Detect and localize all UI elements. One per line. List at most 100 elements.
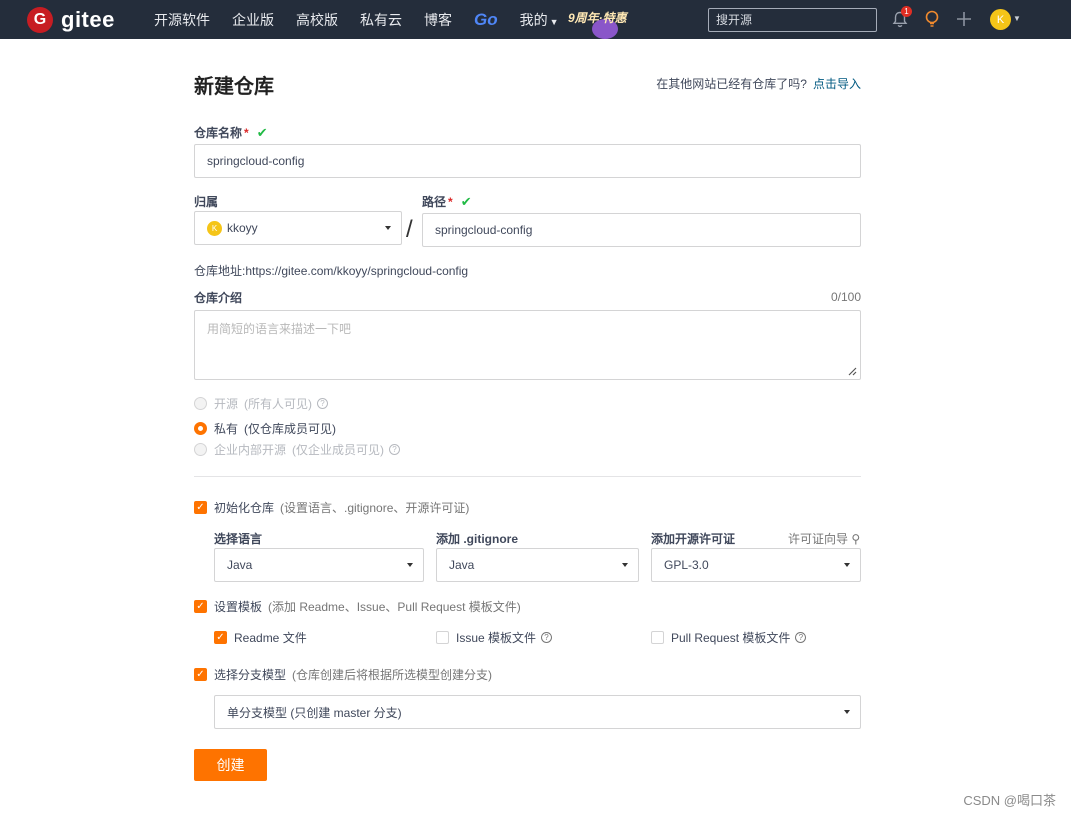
visibility-public-hint: (所有人可见): [244, 397, 313, 411]
radio-private[interactable]: [194, 422, 207, 435]
readme-checkbox[interactable]: ✓: [214, 631, 227, 644]
license-label: 添加开源许可证: [651, 532, 736, 546]
owner-select[interactable]: K kkoyy: [194, 211, 402, 245]
chevron-down-icon: [622, 563, 628, 567]
path-separator: /: [406, 216, 413, 243]
visibility-private-hint: (仅仓库成员可见): [244, 422, 337, 436]
language-value: Java: [227, 558, 253, 572]
nav-item-enterprise[interactable]: 企业版: [232, 10, 274, 30]
branch-model-label: 选择分支模型: [214, 668, 287, 682]
gitee-logo-icon: G: [27, 7, 53, 33]
csdn-watermark: CSDN @喝口茶: [963, 793, 1056, 808]
language-select[interactable]: Java: [214, 548, 424, 582]
repo-name-label-text: 仓库名称: [194, 126, 243, 140]
avatar-chevron-down-icon[interactable]: ▼: [1013, 14, 1021, 23]
repo-name-input[interactable]: springcloud-config: [194, 144, 861, 178]
user-avatar[interactable]: K: [990, 9, 1011, 30]
radio-enterprise[interactable]: [194, 443, 207, 456]
visibility-enterprise-hint: (仅企业成员可见): [292, 443, 385, 457]
template-checkbox[interactable]: ✓: [194, 600, 207, 613]
intro-textarea[interactable]: [194, 310, 861, 380]
readme-checkbox-row[interactable]: ✓ Readme 文件: [214, 629, 307, 646]
gitignore-value: Java: [449, 558, 475, 572]
issue-template-checkbox[interactable]: [436, 631, 449, 644]
import-link[interactable]: 点击导入: [813, 77, 861, 91]
nav-item-mine[interactable]: 我的 ▼: [520, 10, 559, 30]
import-prompt-text: 在其他网站已经有仓库了吗?: [656, 77, 807, 91]
promo-text: 9周年·特惠: [568, 11, 627, 25]
license-value: GPL-3.0: [664, 558, 709, 572]
template-hint: (添加 Readme、Issue、Pull Request 模板文件): [268, 600, 521, 614]
pr-template-label: Pull Request 模板文件: [671, 631, 791, 645]
top-navbar: G gitee 开源软件 企业版 高校版 私有云 博客 Go 我的 ▼ 9周年·特…: [0, 0, 1071, 39]
chevron-down-icon: ▼: [549, 16, 559, 27]
pr-template-checkbox-row[interactable]: Pull Request 模板文件 ?: [651, 629, 807, 646]
help-icon[interactable]: ?: [389, 444, 401, 455]
required-mark: *: [448, 195, 453, 209]
visibility-enterprise-option[interactable]: 企业内部开源 (仅企业成员可见) ?: [194, 441, 401, 458]
nav-item-open-source[interactable]: 开源软件: [154, 10, 210, 30]
intro-label: 仓库介绍: [194, 291, 243, 305]
init-repo-hint: (设置语言、.gitignore、开源许可证): [280, 501, 470, 515]
resize-handle-icon[interactable]: [847, 366, 857, 376]
help-icon[interactable]: ?: [317, 398, 329, 409]
license-guide-link[interactable]: 许可证向导 ⚲: [788, 530, 860, 547]
chevron-down-icon: [407, 563, 413, 567]
intro-char-counter: 0/100: [830, 290, 861, 304]
nav-item-blog[interactable]: 博客: [424, 10, 452, 30]
search-input[interactable]: [708, 8, 877, 32]
required-mark: *: [244, 126, 249, 140]
nav-mine-label: 我的: [519, 11, 548, 28]
readme-label: Readme 文件: [234, 631, 307, 645]
visibility-private-label: 私有: [214, 422, 239, 436]
init-repo-checkbox-row[interactable]: ✓ 初始化仓库 (设置语言、.gitignore、开源许可证): [194, 499, 469, 516]
init-repo-checkbox[interactable]: ✓: [194, 501, 207, 514]
chevron-down-icon: [844, 710, 850, 714]
branch-model-checkbox[interactable]: ✓: [194, 668, 207, 681]
import-prompt: 在其他网站已经有仓库了吗? 点击导入: [656, 75, 861, 92]
guide-icon: ⚲: [848, 532, 861, 546]
anniversary-promo-banner[interactable]: 9周年·特惠: [568, 3, 636, 39]
issue-template-checkbox-row[interactable]: Issue 模板文件 ?: [436, 629, 553, 646]
help-icon[interactable]: ?: [795, 632, 807, 643]
create-button[interactable]: 创建: [194, 749, 267, 781]
path-label: 路径 * ✔: [422, 193, 472, 210]
owner-label: 归属: [194, 195, 219, 209]
branch-model-checkbox-row[interactable]: ✓ 选择分支模型 (仓库创建后将根据所选模型创建分支): [194, 666, 492, 683]
main-nav: 开源软件 企业版 高校版 私有云 博客 Go 我的 ▼: [154, 0, 581, 39]
path-label-text: 路径: [422, 195, 447, 209]
path-value: springcloud-config: [435, 223, 533, 237]
repo-name-label: 仓库名称 * ✔: [194, 124, 268, 141]
nav-item-education[interactable]: 高校版: [296, 10, 338, 30]
lightbulb-icon[interactable]: [922, 9, 942, 29]
license-select[interactable]: GPL-3.0: [651, 548, 861, 582]
template-checkbox-row[interactable]: ✓ 设置模板 (添加 Readme、Issue、Pull Request 模板文…: [194, 598, 521, 615]
gitee-logo-text: gitee: [61, 7, 115, 32]
branch-model-select[interactable]: 单分支模型 (只创建 master 分支): [214, 695, 861, 729]
visibility-public-label: 开源: [214, 397, 239, 411]
visibility-private-option[interactable]: 私有 (仅仓库成员可见): [194, 420, 336, 437]
check-icon: ✔: [460, 194, 472, 209]
repo-name-value: springcloud-config: [207, 154, 305, 168]
check-icon: ✔: [256, 125, 268, 140]
gitee-logo[interactable]: G gitee: [27, 7, 115, 33]
chevron-down-icon: [385, 226, 391, 230]
path-input[interactable]: springcloud-config: [422, 213, 861, 247]
plus-icon[interactable]: [954, 9, 974, 29]
help-icon[interactable]: ?: [541, 632, 553, 643]
pr-template-checkbox[interactable]: [651, 631, 664, 644]
repo-address: 仓库地址:https://gitee.com/kkoyy/springcloud…: [194, 264, 469, 278]
nav-item-private-cloud[interactable]: 私有云: [360, 10, 402, 30]
radio-public[interactable]: [194, 397, 207, 410]
branch-model-value: 单分支模型 (只创建 master 分支): [227, 705, 402, 720]
language-label: 选择语言: [214, 532, 263, 546]
gitignore-select[interactable]: Java: [436, 548, 639, 582]
init-repo-label: 初始化仓库: [214, 501, 275, 515]
issue-template-label: Issue 模板文件: [456, 631, 537, 645]
license-guide-text: 许可证向导: [788, 532, 849, 546]
nav-item-go[interactable]: Go: [474, 10, 498, 30]
section-divider: [194, 476, 861, 477]
page-title: 新建仓库: [194, 76, 274, 98]
chevron-down-icon: [844, 563, 850, 567]
visibility-public-option[interactable]: 开源 (所有人可见) ?: [194, 395, 329, 412]
